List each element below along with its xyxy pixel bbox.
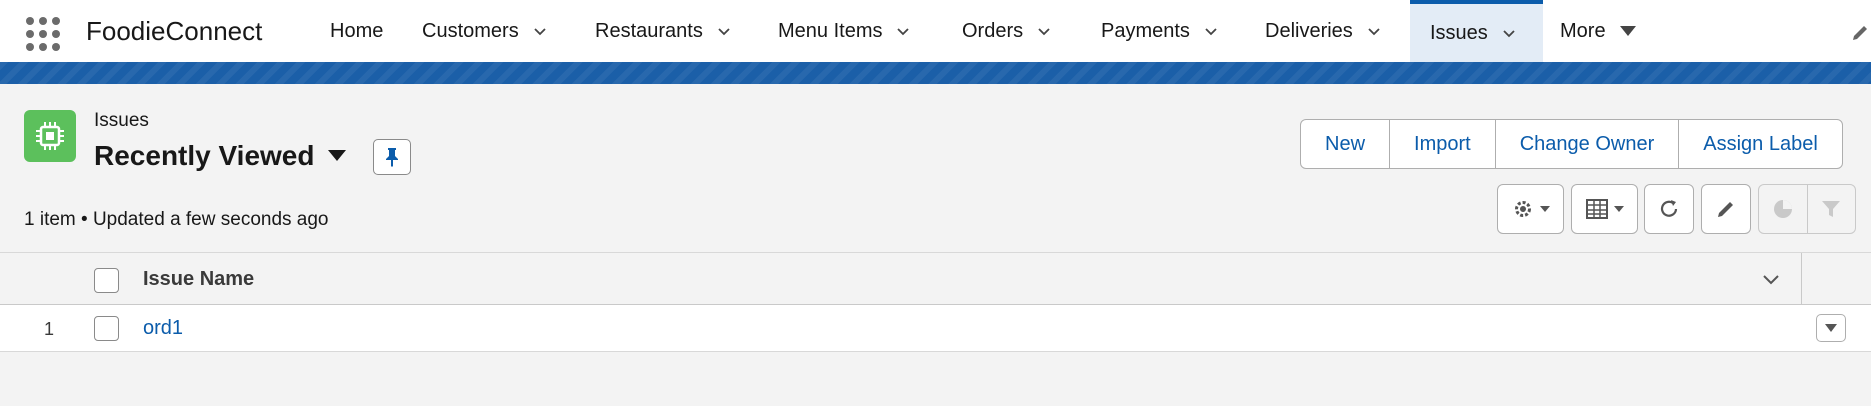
nav-tab-label: Customers	[422, 19, 519, 42]
refresh-button[interactable]	[1644, 184, 1694, 234]
chevron-down-icon[interactable]	[1502, 26, 1516, 40]
nav-tab-restaurants[interactable]: Restaurants	[595, 0, 731, 62]
chevron-down-icon[interactable]	[1037, 24, 1051, 38]
nav-tab-label: More	[1560, 19, 1606, 42]
list-actions: New Import Change Owner Assign Label	[1300, 119, 1843, 169]
column-header-issue-name[interactable]: Issue Name	[143, 268, 254, 291]
nav-tab-home[interactable]: Home	[330, 0, 383, 62]
nav-tab-customers[interactable]: Customers	[422, 0, 547, 62]
nav-tab-label: Issues	[1430, 21, 1488, 44]
app-launcher-icon[interactable]	[26, 17, 60, 51]
import-button[interactable]: Import	[1390, 120, 1496, 168]
caret-down-icon	[1613, 206, 1624, 212]
pin-icon	[386, 148, 398, 167]
pencil-icon	[1718, 202, 1733, 217]
nav-tab-label: Menu Items	[778, 19, 883, 42]
nav-tab-label: Payments	[1101, 19, 1190, 42]
nav-tab-more[interactable]: More	[1560, 0, 1636, 62]
app-name: FoodieConnect	[86, 16, 263, 46]
pin-list-view-button[interactable]	[373, 139, 411, 175]
nav-tab-issues[interactable]: Issues	[1410, 0, 1543, 62]
brand-band	[0, 62, 1871, 84]
row-checkbox[interactable]	[94, 316, 119, 341]
edit-nav-icon[interactable]	[1849, 22, 1871, 44]
nav-tab-label: Restaurants	[595, 19, 703, 42]
list-view-header: Issues Recently Viewed 1 item • Updated …	[0, 84, 1871, 252]
caret-down-icon	[1539, 206, 1550, 212]
table-icon	[1585, 199, 1608, 219]
new-button[interactable]: New	[1301, 120, 1391, 168]
inline-edit-button[interactable]	[1701, 184, 1751, 234]
table-row: 1 ord1	[0, 305, 1871, 352]
chevron-down-icon[interactable]	[533, 24, 547, 38]
chevron-down-icon[interactable]	[896, 24, 910, 38]
row-actions-button[interactable]	[1816, 314, 1846, 342]
chevron-down-icon[interactable]	[1367, 24, 1381, 38]
table-header-row: Issue Name	[0, 252, 1871, 305]
show-chart-button	[1759, 185, 1808, 233]
caret-down-icon	[1619, 26, 1636, 36]
chevron-down-icon[interactable]	[1761, 271, 1781, 287]
change-owner-button[interactable]: Change Owner	[1496, 120, 1680, 168]
filter-icon	[1822, 201, 1841, 217]
assign-label-button[interactable]: Assign Label	[1679, 120, 1842, 168]
global-nav-bar: FoodieConnect Home Customers Restaurants…	[0, 0, 1871, 62]
nav-tab-label: Deliveries	[1265, 19, 1353, 42]
nav-tab-label: Home	[330, 19, 384, 42]
nav-tab-menu-items[interactable]: Menu Items	[778, 0, 910, 62]
chip-icon	[24, 110, 76, 162]
list-view-table: Issue Name 1 ord1	[0, 252, 1871, 352]
column-divider	[1801, 253, 1802, 305]
chevron-down-icon[interactable]	[1204, 24, 1218, 38]
nav-tab-payments[interactable]: Payments	[1101, 0, 1218, 62]
caret-down-icon	[1825, 324, 1837, 332]
pie-chart-icon	[1773, 200, 1792, 218]
nav-tab-deliveries[interactable]: Deliveries	[1265, 0, 1381, 62]
list-view-title[interactable]: Recently Viewed	[94, 140, 314, 172]
list-status: 1 item • Updated a few seconds ago	[24, 209, 329, 230]
select-all-checkbox[interactable]	[94, 268, 119, 293]
gear-icon	[1514, 201, 1531, 217]
list-settings-button[interactable]	[1497, 184, 1564, 234]
nav-tab-orders[interactable]: Orders	[962, 0, 1051, 62]
object-label: Issues	[94, 110, 149, 131]
filter-button	[1808, 185, 1856, 233]
chevron-down-icon[interactable]	[717, 24, 731, 38]
refresh-icon	[1660, 200, 1678, 217]
display-as-button[interactable]	[1571, 184, 1638, 234]
row-number: 1	[44, 319, 55, 339]
issue-name-link[interactable]: ord1	[143, 317, 183, 340]
list-view-switcher-icon[interactable]	[328, 150, 346, 161]
chart-filter-group	[1758, 184, 1856, 234]
nav-tab-label: Orders	[962, 19, 1024, 42]
